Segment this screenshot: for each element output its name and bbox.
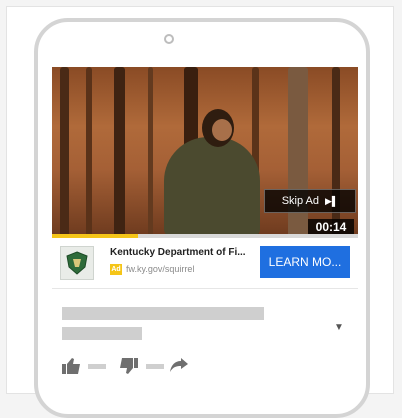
advertiser-name[interactable]: Kentucky Department of Fi... xyxy=(110,247,260,258)
skip-icon: ▶▌ xyxy=(325,195,339,206)
share-icon[interactable] xyxy=(170,358,188,372)
ad-timer: 00:14 xyxy=(308,219,354,235)
video-scene-tree xyxy=(86,67,92,237)
skip-ad-label: Skip Ad xyxy=(281,195,319,207)
ad-badge: Ad xyxy=(110,264,122,275)
video-scene-person xyxy=(164,137,260,237)
thumbs-down-icon[interactable] xyxy=(118,358,138,374)
dislike-count-placeholder xyxy=(146,364,164,369)
advertiser-url[interactable]: fw.ky.gov/squirrel xyxy=(126,264,194,274)
video-scene-tree xyxy=(60,67,69,237)
thumbs-up-icon[interactable] xyxy=(62,358,82,374)
advertiser-logo xyxy=(60,246,94,280)
phone-camera xyxy=(164,34,174,44)
video-scene-person-face xyxy=(212,119,232,141)
ad-info-bar[interactable]: Kentucky Department of Fi... Ad fw.ky.go… xyxy=(52,238,358,289)
video-subtitle-placeholder xyxy=(62,327,142,340)
skip-ad-button[interactable]: Skip Ad ▶▌ xyxy=(264,189,356,213)
video-title-placeholder xyxy=(62,307,264,320)
chevron-down-icon[interactable]: ▼ xyxy=(334,322,344,333)
learn-more-button[interactable]: LEARN MO... xyxy=(260,246,350,278)
video-player[interactable]: Skip Ad ▶▌ 00:14 xyxy=(52,67,358,237)
shield-logo-icon xyxy=(66,251,88,275)
like-count-placeholder xyxy=(88,364,106,369)
video-scene-tree xyxy=(148,67,153,237)
video-scene-tree xyxy=(114,67,125,237)
